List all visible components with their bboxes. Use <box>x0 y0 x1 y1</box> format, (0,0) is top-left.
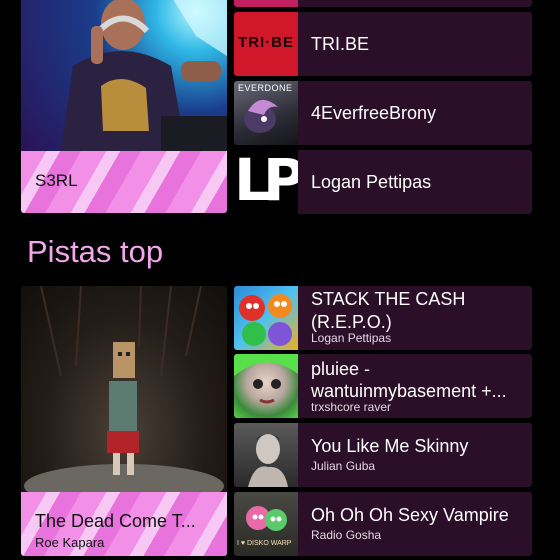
pony-art-icon <box>244 99 278 133</box>
card-label-band: S3RL <box>21 151 227 213</box>
list-item[interactable]: STACK THE CASH (R.E.P.O.) Logan Pettipas <box>234 286 532 350</box>
track-title: You Like Me Skinny <box>311 436 469 456</box>
track-title: The Dead Come T... <box>35 511 196 531</box>
list-item[interactable]: EVERDONE 4EverfreeBrony <box>234 81 532 145</box>
track-thumbnail <box>234 423 298 487</box>
list-item[interactable]: I ♥ DISKO WARP Oh Oh Oh Sexy Vampire Rad… <box>234 492 532 556</box>
list-item[interactable] <box>234 0 532 7</box>
track-thumbnail: I ♥ DISKO WARP <box>234 492 298 556</box>
track-artist: Logan Pettipas <box>311 331 392 345</box>
portrait-art-icon <box>248 434 288 487</box>
portrait-art-icon <box>234 354 298 404</box>
list-item[interactable]: You Like Me Skinny Julian Guba <box>234 423 532 487</box>
track-title-line2: wantuinmybasement +... <box>311 381 507 401</box>
featured-track-card[interactable]: The Dead Come T... Roe Kapara <box>21 286 227 556</box>
track-title-line1: STACK THE CASH <box>311 289 466 309</box>
artist-name: 4EverfreeBrony <box>311 103 437 123</box>
list-item[interactable]: LP Logan Pettipas <box>234 150 532 214</box>
featured-artist-card[interactable]: S3RL <box>21 0 227 213</box>
track-cover-art <box>21 286 227 508</box>
list-item[interactable]: pluiee - wantuinmybasement +... trxshcor… <box>234 354 532 418</box>
artist-name: S3RL <box>35 171 78 190</box>
artist-thumbnail: TRI·BE <box>234 12 298 76</box>
track-artist: Julian Guba <box>311 459 376 473</box>
track-artist: Radio Gosha <box>311 528 382 542</box>
section-title: Pistas top <box>27 234 164 269</box>
track-artist: Roe Kapara <box>35 535 105 550</box>
card-label-band: The Dead Come T... Roe Kapara <box>21 492 227 556</box>
cartoon-art-icon <box>239 294 292 346</box>
list-item[interactable]: TRI·BE TRI.BE <box>234 12 532 76</box>
track-thumbnail <box>234 354 298 418</box>
thumbnail-label: TRI·BE <box>238 34 294 51</box>
artist-thumbnail: EVERDONE <box>234 81 298 145</box>
track-title: Oh Oh Oh Sexy Vampire <box>311 505 509 525</box>
artist-name: TRI.BE <box>311 34 370 54</box>
track-thumbnail <box>234 286 298 350</box>
track-artist: trxshcore raver <box>311 400 392 414</box>
artist-photo <box>21 0 227 151</box>
track-title-line2: (R.E.P.O.) <box>311 312 392 332</box>
track-title-line1: pluiee - <box>311 359 371 379</box>
thumbnail-label: LP <box>234 150 298 214</box>
artist-name: Logan Pettipas <box>311 172 432 192</box>
artist-thumbnail: LP <box>234 150 298 214</box>
artist-thumbnail <box>234 0 298 7</box>
thumbnail-label: I ♥ DISKO WARP <box>237 540 292 547</box>
